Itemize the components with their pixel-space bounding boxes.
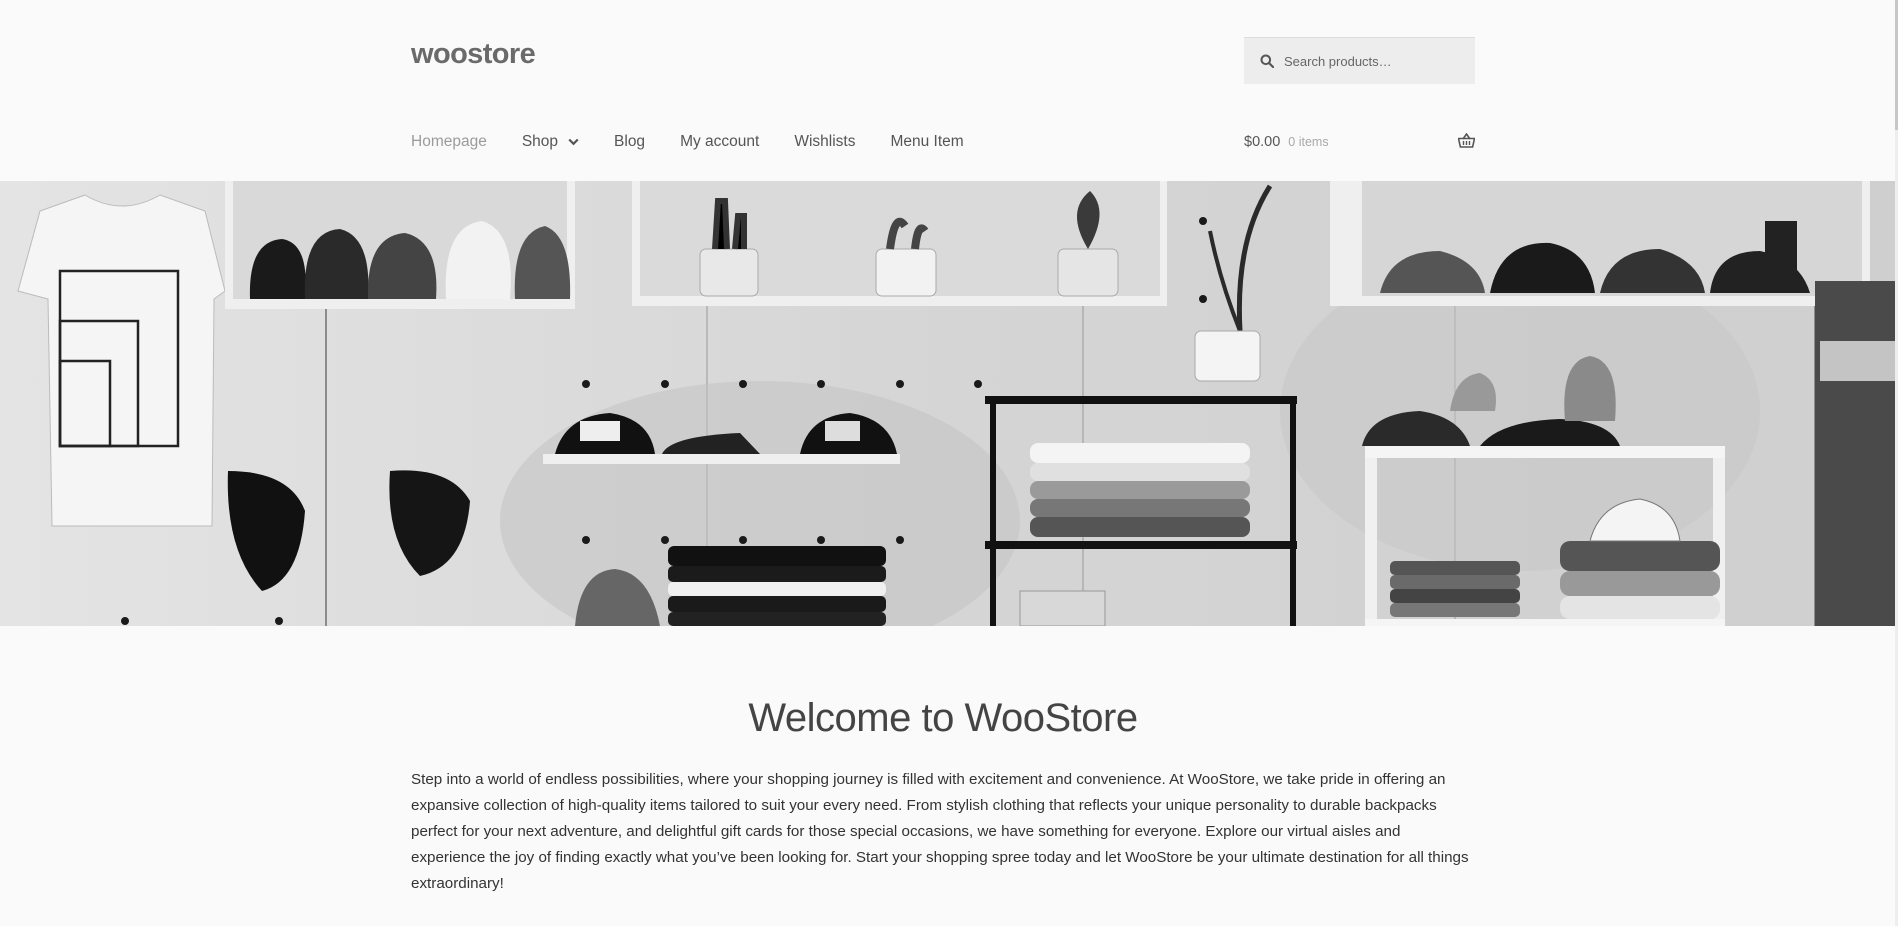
cart-count: 0 items	[1288, 135, 1329, 149]
search-input[interactable]	[1284, 53, 1464, 69]
site-header: woostore Homepage Shop Blog My account W…	[0, 0, 1895, 181]
nav-item-blog[interactable]: Blog	[614, 133, 645, 151]
welcome-title: Welcome to WooStore	[748, 696, 1138, 740]
nav-item-shop-label: Shop	[521, 133, 559, 150]
nav-item-wishlists[interactable]: Wishlists	[794, 133, 855, 151]
nav-item-shop[interactable]: Shop	[522, 133, 579, 151]
primary-navigation: Homepage Shop Blog My account Wishlists …	[411, 131, 999, 153]
nav-item-my-account[interactable]: My account	[680, 133, 759, 151]
search-box[interactable]	[1244, 37, 1475, 84]
nav-item-menu-item[interactable]: Menu Item	[890, 133, 963, 151]
cart-amount: $0.00	[1244, 134, 1281, 150]
nav-item-homepage[interactable]: Homepage	[411, 133, 487, 151]
store-shelves-illustration	[0, 181, 1895, 626]
cart-summary[interactable]: $0.00 0 items	[1244, 131, 1475, 153]
welcome-paragraph: Step into a world of endless possibiliti…	[411, 771, 1469, 892]
hero-image	[0, 181, 1895, 626]
site-title[interactable]: woostore	[411, 38, 536, 71]
basket-icon[interactable]	[1458, 133, 1475, 148]
chevron-down-icon[interactable]	[568, 138, 579, 146]
search-icon	[1260, 54, 1274, 68]
